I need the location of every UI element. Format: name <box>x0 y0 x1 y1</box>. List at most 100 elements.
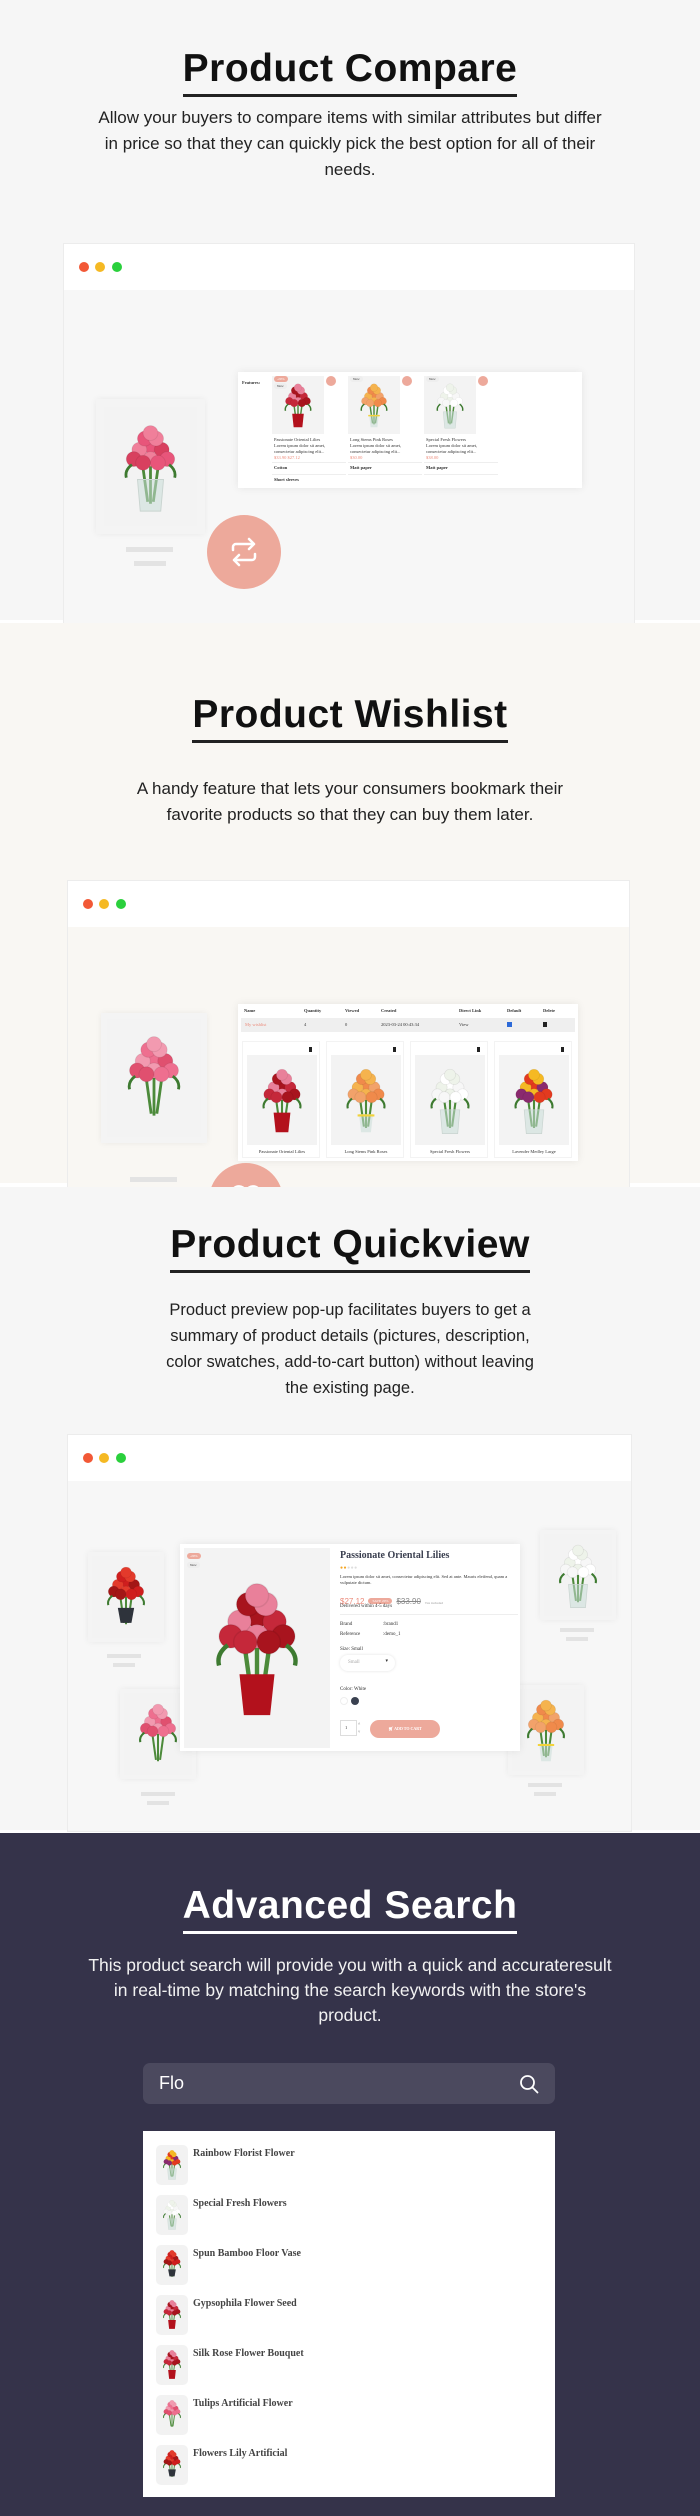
swap-arrows-icon <box>231 537 257 567</box>
search-result-item[interactable]: Spun Bamboo Floor Vase <box>156 2245 536 2289</box>
column-header: Name <box>244 1008 256 1013</box>
flower-bloom <box>360 1068 372 1081</box>
flower-bloom <box>171 2410 178 2416</box>
search-bar <box>143 2063 555 2104</box>
flower-bloom <box>373 398 382 408</box>
flower-bloom <box>169 2449 175 2456</box>
column-header: Quantity <box>304 1008 322 1013</box>
wishlist-product-card[interactable]: Long Stems Pink Roses <box>326 1041 404 1158</box>
brand-label: Brand <box>340 1622 353 1627</box>
search-result-item[interactable]: Special Fresh Flowers <box>156 2195 536 2239</box>
flower-bloom <box>438 1091 451 1104</box>
wishlist-name-link[interactable]: My wishlist <box>245 1022 266 1028</box>
minimize-dot-icon[interactable] <box>95 262 105 272</box>
flower-bloom <box>444 1068 456 1081</box>
brand-value: :brand1 <box>383 1622 399 1627</box>
product-name: Long Stems Pink Roses <box>344 1149 388 1154</box>
compare-button[interactable] <box>207 515 281 589</box>
delete-icon[interactable] <box>543 1022 547 1027</box>
features-label: Features: <box>242 380 261 385</box>
delete-icon[interactable] <box>561 1047 564 1052</box>
remove-icon[interactable] <box>478 376 488 386</box>
result-name: Rainbow Florist Flower <box>193 2148 295 2159</box>
maximize-dot-icon[interactable] <box>116 1453 126 1463</box>
search-result-item[interactable]: Tulips Artificial Flower <box>156 2395 536 2439</box>
delete-icon[interactable] <box>477 1047 480 1052</box>
wishlist-table: Name Quantity Viewed Created Direct Link Defa… <box>238 1004 578 1161</box>
flower-vase <box>292 413 304 428</box>
wishlist-product-card[interactable]: Lavender Medley Large <box>494 1041 572 1158</box>
wishlist-product-card[interactable]: Passionate Oriental Lilies <box>242 1041 320 1158</box>
flower-bloom <box>146 1036 162 1053</box>
delivery-info: Delivered within 4-5 days <box>340 1604 393 1609</box>
browser-window: Features: -20% New Passionate Oriental L… <box>63 243 635 665</box>
color-swatch-white[interactable] <box>340 1697 348 1705</box>
flower-vase <box>168 2369 176 2379</box>
search-results: Rainbow Florist Flower Special Fresh Flo… <box>143 2131 555 2497</box>
placeholder-line <box>528 1783 562 1787</box>
product-card[interactable] <box>101 1013 207 1143</box>
close-dot-icon[interactable] <box>83 899 93 909</box>
product-card[interactable] <box>96 399 205 534</box>
close-dot-icon[interactable] <box>79 262 89 272</box>
size-select[interactable]: Small ▾ <box>340 1655 395 1671</box>
wishlist-row[interactable]: My wishlist 4 0 2023-03-24 00:43:34 View <box>241 1018 575 1032</box>
add-to-cart-button[interactable]: 🛒︎ ADD TO CART <box>370 1720 440 1738</box>
flower-bloom <box>166 2160 173 2166</box>
browser-window: -20% New Passionate Oriental Lilies ●●●●… <box>67 1434 632 1832</box>
color-swatch-dark[interactable] <box>351 1697 359 1705</box>
default-checkbox[interactable] <box>507 1022 512 1027</box>
section-description: A handy feature that lets your consumers… <box>136 779 564 824</box>
search-input[interactable] <box>159 2063 499 2104</box>
placeholder-line <box>141 1792 175 1796</box>
search-result-item[interactable]: Gypsophila Flower Seed <box>156 2295 536 2339</box>
flower-stems <box>168 2414 176 2427</box>
wishlist-product-card[interactable]: Special Fresh Flowers <box>410 1041 488 1158</box>
flower-bloom <box>171 2460 178 2466</box>
new-badge: New <box>350 376 363 382</box>
remove-icon[interactable] <box>326 376 336 386</box>
maximize-dot-icon[interactable] <box>116 899 126 909</box>
maximize-dot-icon[interactable] <box>112 262 122 272</box>
quantity-stepper-icon[interactable]: ˄ ˅ <box>358 1720 360 1736</box>
flower-bloom <box>152 1703 164 1716</box>
remove-icon[interactable] <box>402 376 412 386</box>
flower-vase <box>439 1109 461 1134</box>
window-titlebar <box>68 1435 631 1481</box>
placeholder-line <box>107 1654 141 1658</box>
placeholder-line <box>560 1628 594 1632</box>
close-dot-icon[interactable] <box>83 1453 93 1463</box>
section-description: This product search will provide you wit… <box>88 1955 612 2025</box>
placeholder-line <box>566 1637 588 1641</box>
search-result-item[interactable]: Flowers Lily Artificial <box>156 2445 536 2489</box>
quantity-input[interactable]: 1 <box>340 1720 357 1736</box>
caret-down-icon: ▾ <box>385 1659 388 1664</box>
flower-bloom <box>166 2360 173 2366</box>
flower-bloom <box>270 1091 283 1104</box>
new-badge: New <box>187 1562 200 1568</box>
minimize-dot-icon[interactable] <box>99 1453 109 1463</box>
section-title: Product Compare <box>0 46 700 97</box>
row-divider <box>424 462 498 463</box>
flower-bloom <box>533 1091 546 1104</box>
flower-bloom <box>169 2349 175 2356</box>
minimize-dot-icon[interactable] <box>99 899 109 909</box>
flower-bloom <box>166 2260 173 2266</box>
product-price: $38.00 <box>426 455 439 460</box>
flower-bloom <box>142 425 159 441</box>
flower-vase <box>167 2168 177 2180</box>
delete-icon[interactable] <box>393 1047 396 1052</box>
product-description: Lorem ipsum dolor sit amet, consectetur … <box>340 1574 508 1585</box>
delete-icon[interactable] <box>309 1047 312 1052</box>
size-select-value: Small <box>348 1660 360 1665</box>
product-image <box>331 1055 401 1145</box>
product-card[interactable] <box>540 1530 616 1620</box>
search-result-item[interactable]: Rainbow Florist Flower <box>156 2145 536 2189</box>
view-link[interactable]: View <box>459 1022 468 1028</box>
search-result-item[interactable]: Silk Rose Flower Bouquet <box>156 2345 536 2389</box>
quickview-modal: -20% New Passionate Oriental Lilies ●●●●… <box>180 1544 520 1751</box>
product-card[interactable] <box>88 1552 164 1642</box>
product-title: Passionate Oriental Lilies <box>340 1550 450 1561</box>
flower-bloom <box>125 1588 138 1601</box>
search-icon[interactable] <box>519 2074 539 2094</box>
